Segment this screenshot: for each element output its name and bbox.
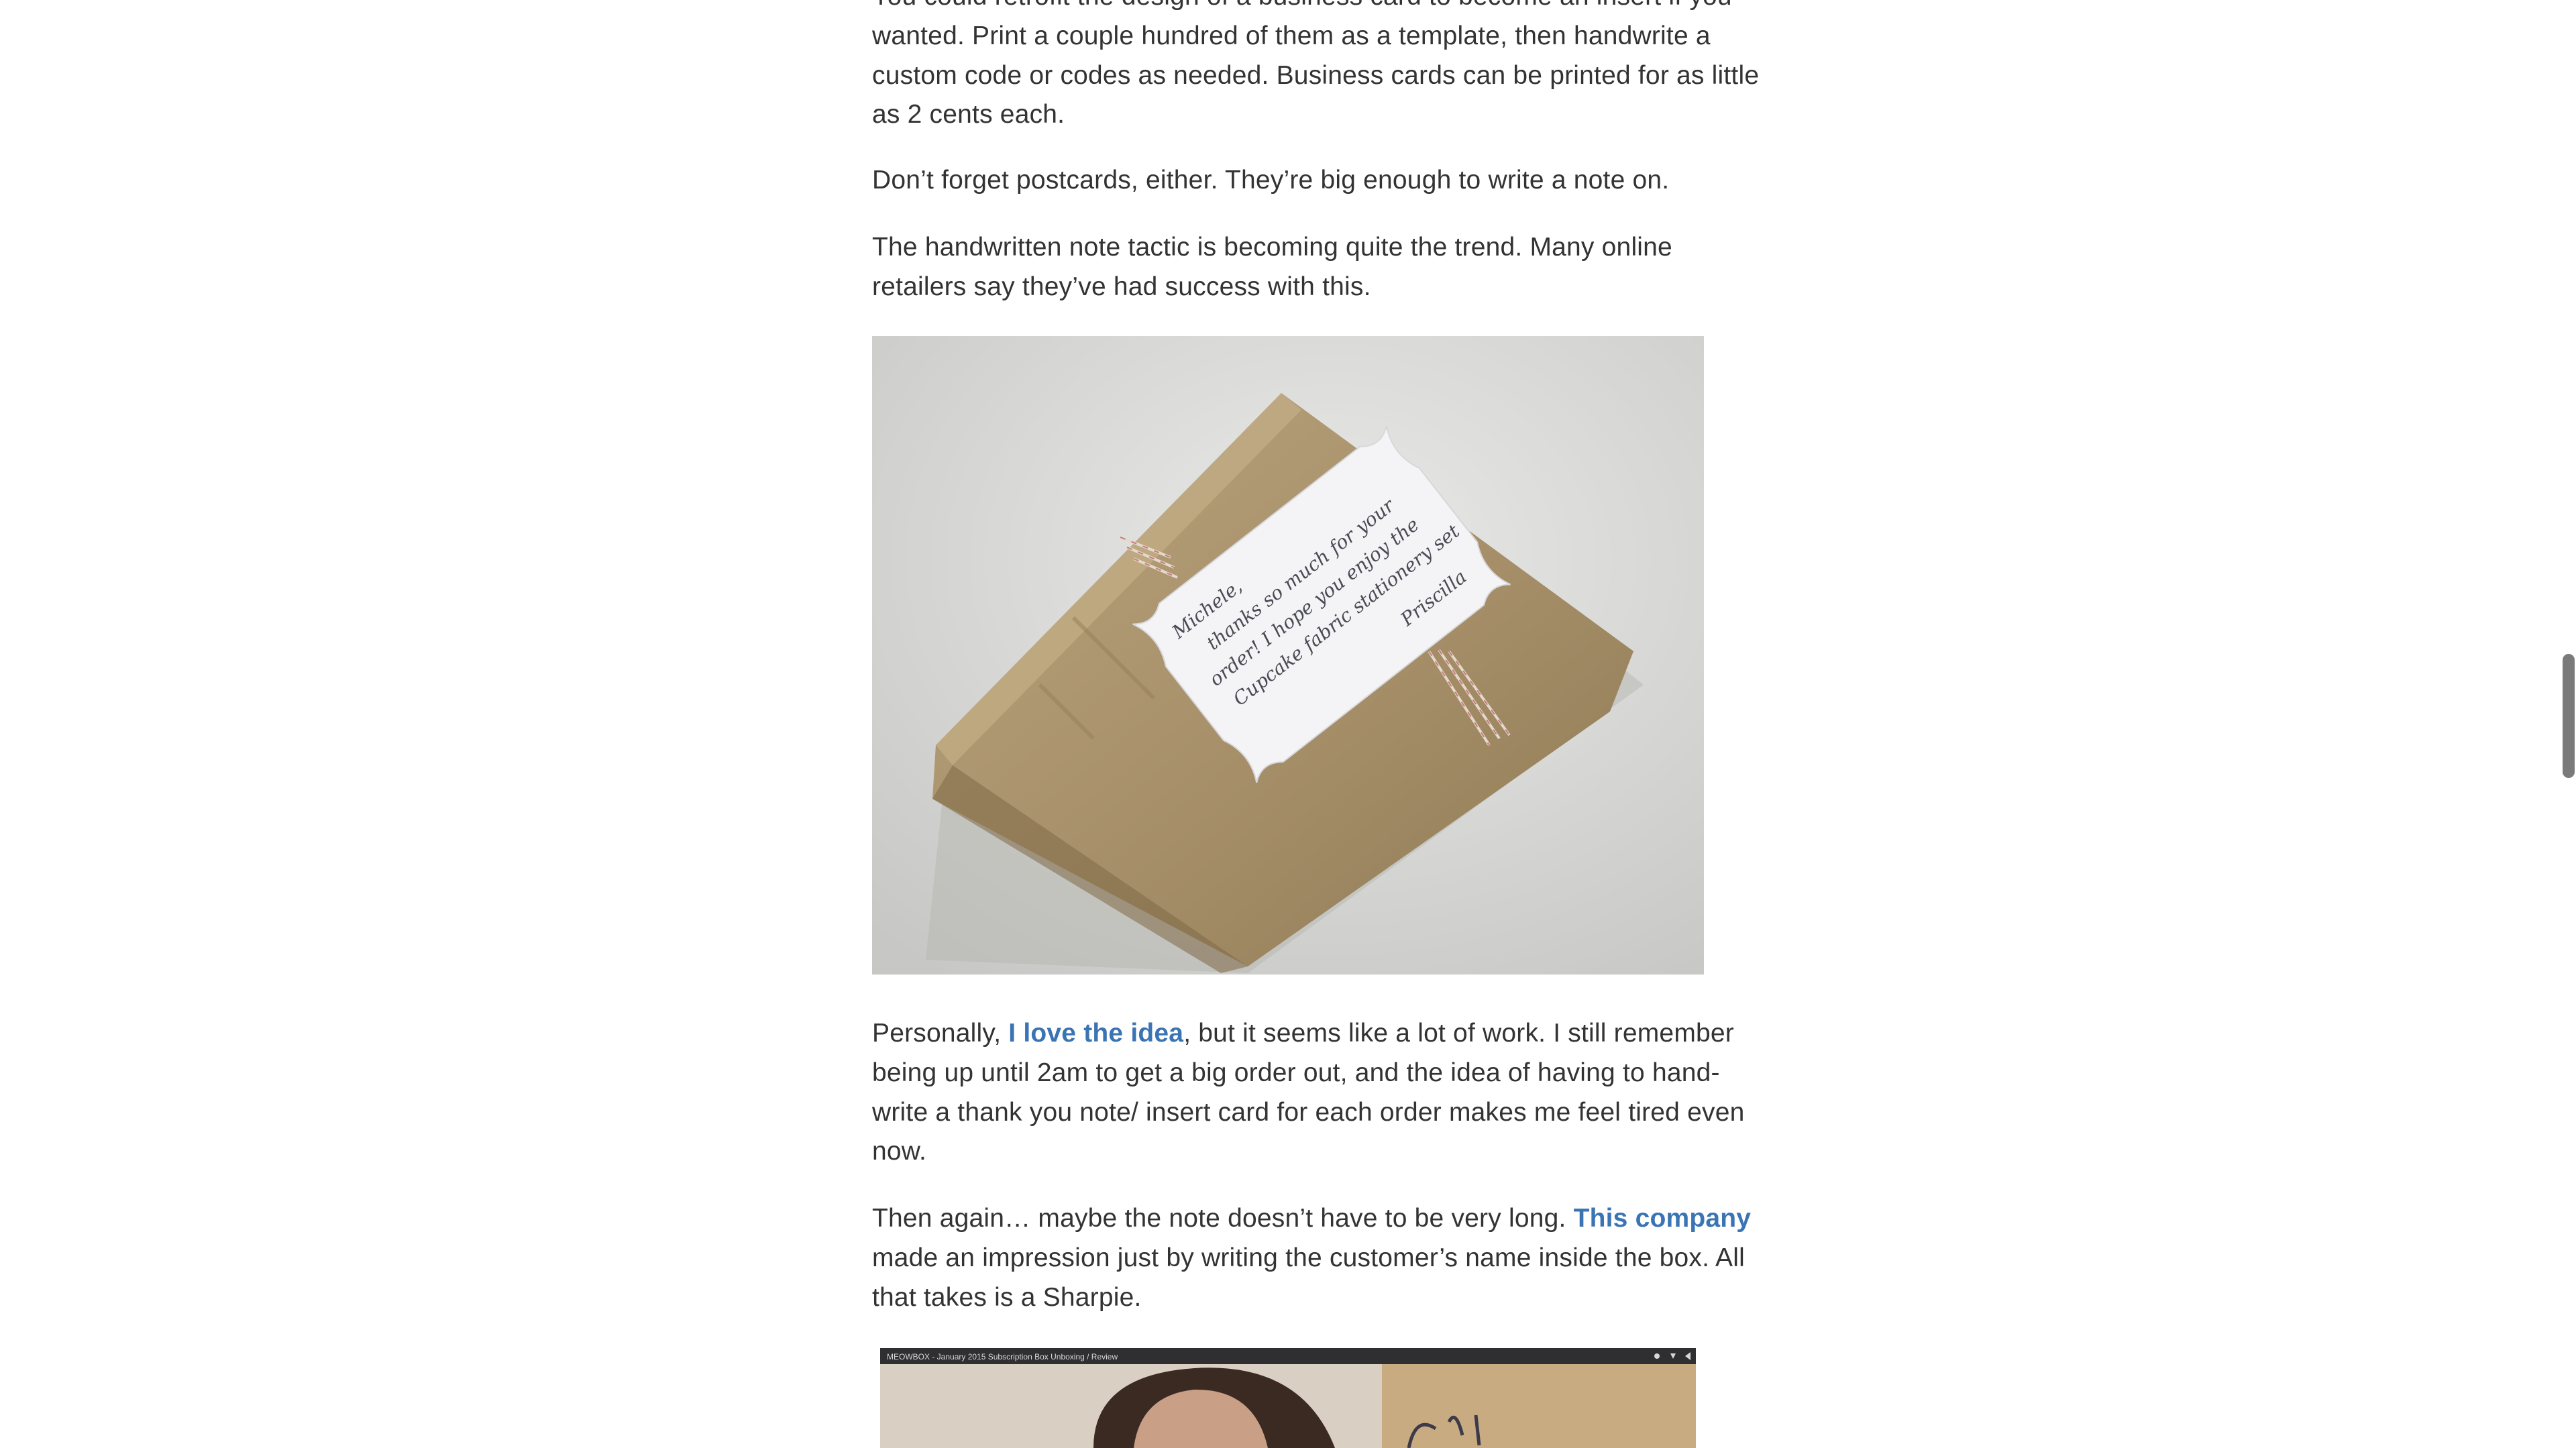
link-i-love-the-idea[interactable]: I love the idea (1008, 1019, 1183, 1048)
video-thumbnail-art: MEOWBOX - January 2015 Subscription Box … (872, 1348, 1704, 1448)
text-line: made an impression just by writing the c… (872, 1243, 1745, 1272)
text-run: , but it seems like a lot of work. I sti… (1183, 1019, 1734, 1048)
paragraph-personally: Personally, I love the idea, but it seem… (872, 1014, 1745, 1172)
video-thumbnail[interactable]: MEOWBOX - January 2015 Subscription Box … (872, 1348, 1704, 1448)
scrollbar-thumb[interactable] (2563, 654, 2575, 778)
text-run: Then again… maybe the note doesn’t have … (872, 1204, 1574, 1233)
paragraph-business-card: You could retrofit the design of a busin… (872, 0, 1760, 135)
video-title: MEOWBOX - January 2015 Subscription Box … (887, 1352, 1118, 1361)
package-photo: Michele, thanks so much for your order! … (872, 336, 1704, 974)
text-line: write a thank you note/ insert card for … (872, 1097, 1745, 1127)
text-run: Personally, (872, 1019, 1009, 1048)
text-line: Personally, I love the idea, but it seem… (872, 1014, 1734, 1054)
text-line: retailers say they’ve had success with t… (872, 272, 1371, 301)
text-line: Then again… maybe the note doesn’t have … (872, 1199, 1751, 1239)
text-line: being up until 2am to get a big order ou… (872, 1058, 1720, 1087)
link-this-company[interactable]: This company (1574, 1204, 1752, 1233)
paragraph-handwritten-trend: The handwritten note tactic is becoming … (872, 228, 1704, 307)
paragraph-postcards: Don’t forget postcards, either. They’re … (872, 161, 1704, 201)
text-line: that takes is a Sharpie. (872, 1282, 1142, 1312)
text-line: Don’t forget postcards, either. They’re … (872, 166, 1670, 194)
text-line: as 2 cents each. (872, 100, 1065, 129)
text-line: now. (872, 1137, 927, 1166)
text-line: You could retrofit the design of a busin… (872, 0, 1732, 17)
package-photo-art: Michele, thanks so much for your order! … (872, 336, 1704, 974)
text-line: The handwritten note tactic is becoming … (872, 233, 1672, 262)
text-line: custom code or codes as needed. Business… (872, 60, 1760, 90)
text-line: wanted. Print a couple hundred of them a… (872, 21, 1711, 50)
page-scrollbar[interactable] (2559, 0, 2576, 1448)
paragraph-then-again: Then again… maybe the note doesn’t have … (872, 1199, 1751, 1317)
